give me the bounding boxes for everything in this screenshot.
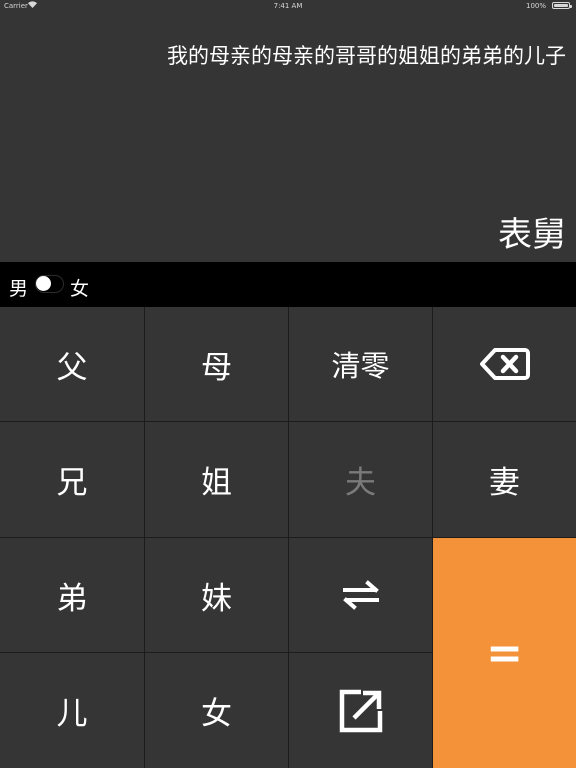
backspace-button[interactable]	[433, 307, 576, 421]
relation-result: 表舅	[498, 215, 566, 255]
clear-button[interactable]: 清零	[289, 307, 432, 421]
elder-sister-key[interactable]: 姐	[145, 422, 288, 537]
gender-bar: 男 女	[0, 262, 576, 307]
younger-brother-key[interactable]: 弟	[0, 538, 144, 652]
toggle-knob	[36, 276, 51, 291]
share-button[interactable]	[289, 653, 432, 768]
gender-female-label: 女	[70, 278, 90, 300]
relation-expression: 我的母亲的母亲的哥哥的姐姐的弟弟的儿子	[167, 44, 566, 68]
swap-arrows-icon	[341, 580, 381, 610]
status-time: 7:41 AM	[273, 2, 303, 10]
elder-brother-key[interactable]: 兄	[0, 422, 144, 537]
gender-male-label: 男	[9, 278, 29, 300]
daughter-key[interactable]: 女	[145, 653, 288, 768]
share-icon	[339, 689, 383, 733]
mother-key[interactable]: 母	[145, 307, 288, 421]
gender-toggle[interactable]	[35, 275, 64, 293]
equals-button[interactable]: =	[433, 538, 576, 768]
younger-sister-key[interactable]: 妹	[145, 538, 288, 652]
husband-key[interactable]: 夫	[289, 422, 432, 537]
backspace-icon	[479, 347, 530, 381]
swap-button[interactable]	[289, 538, 432, 652]
battery-percent: 100%	[525, 2, 546, 10]
son-key[interactable]: 儿	[0, 653, 144, 768]
status-bar: Carrier 7:41 AM 100%	[0, 0, 576, 12]
keypad: 父 母 清零 兄 姐 夫 妻 弟 妹 儿 女 =	[0, 307, 576, 768]
battery-icon	[552, 2, 572, 9]
father-key[interactable]: 父	[0, 307, 144, 421]
wife-key[interactable]: 妻	[433, 422, 576, 537]
display-area: 我的母亲的母亲的哥哥的姐姐的弟弟的儿子 表舅	[0, 12, 576, 262]
